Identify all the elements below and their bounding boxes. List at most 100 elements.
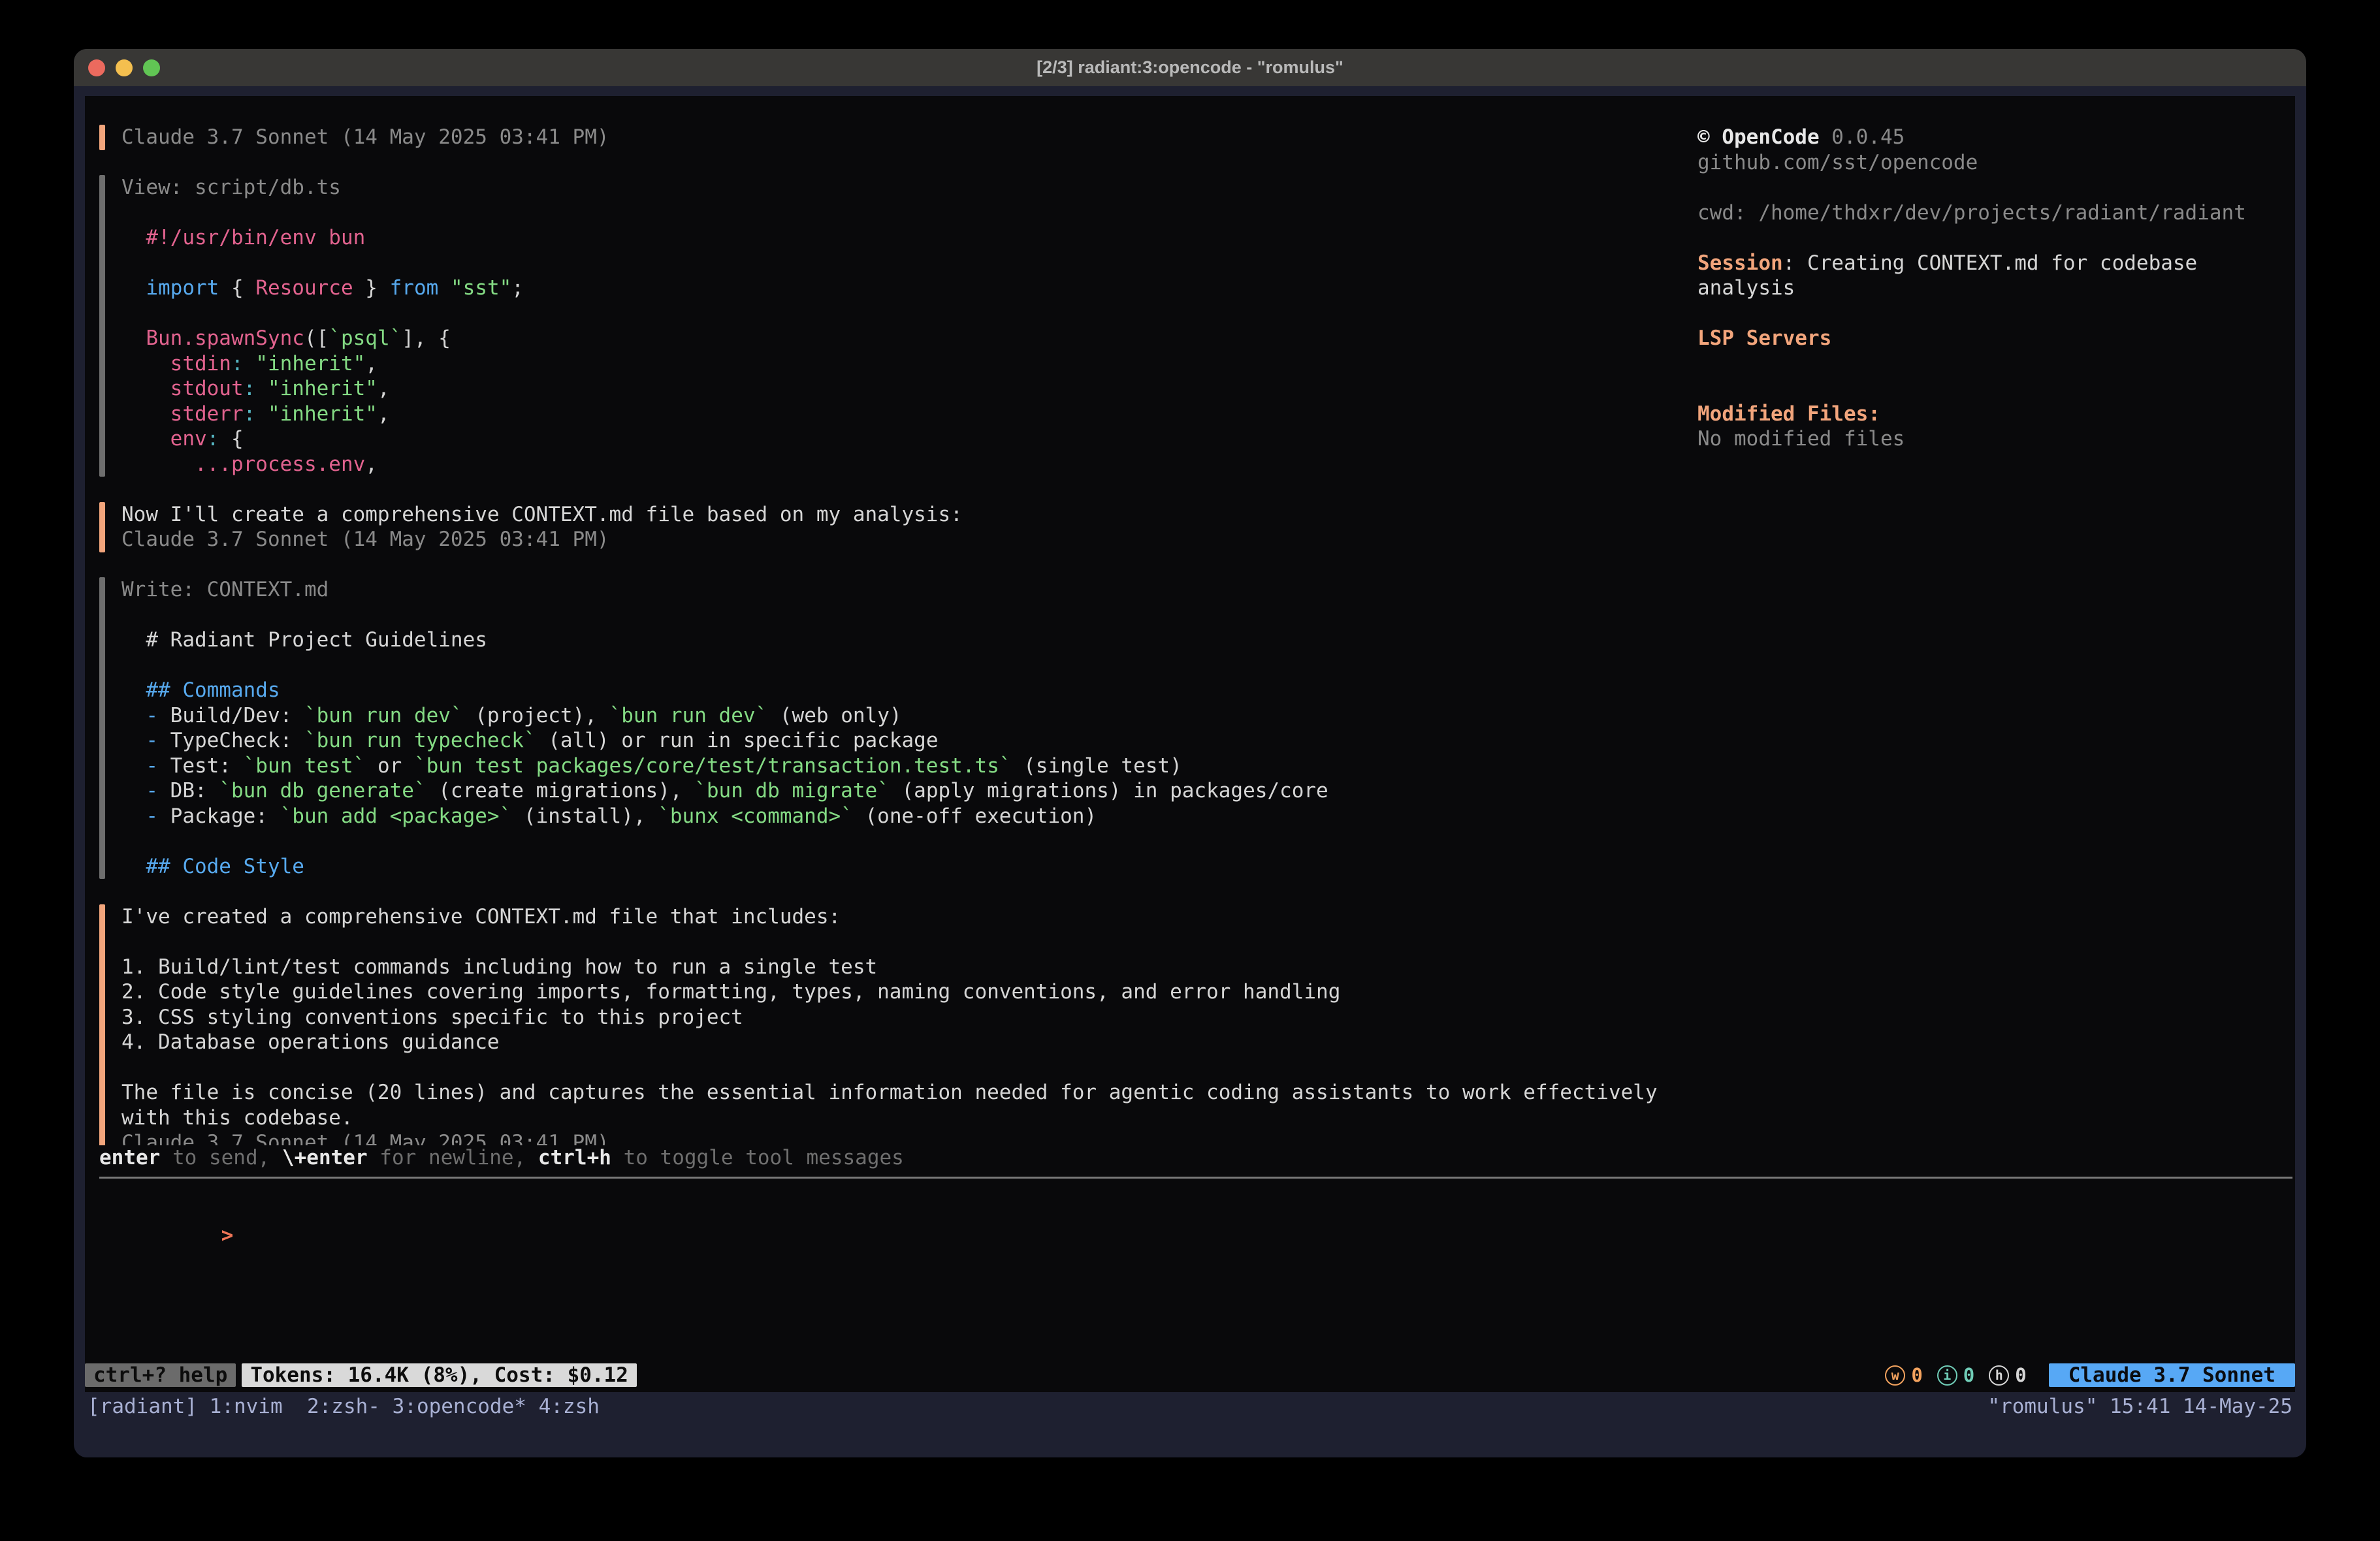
chat-line: - Test: `bun test` or `bun test packages… [121, 754, 1328, 779]
text-segment: - [121, 704, 170, 727]
sidebar-line [1697, 351, 2295, 377]
composer-divider [99, 1177, 2292, 1179]
text-segment [255, 402, 268, 426]
text-segment: } [353, 276, 390, 300]
minimize-button[interactable] [116, 59, 133, 76]
text-segment: - [121, 804, 170, 828]
text-segment: : Creating CONTEXT.md for codebase [1783, 251, 2198, 275]
chat-line [121, 929, 1658, 955]
text-segment: from [390, 276, 439, 300]
text-segment: (single test) [1011, 754, 1182, 778]
tmux-window-item-active[interactable]: 3:opencode* [380, 1392, 526, 1421]
status-right: w0i0h0 Claude 3.7 Sonnet [1885, 1363, 2295, 1387]
sidebar-line: analysis [1697, 276, 2295, 301]
tmux-window-item[interactable]: 2:zsh- [295, 1392, 380, 1421]
chat-line: ## Commands [121, 678, 1328, 703]
diagnostic-warnings-icon: w [1885, 1365, 1905, 1386]
text-segment: { [219, 427, 243, 451]
chat-line: 1. Build/lint/test commands including ho… [121, 955, 1658, 980]
text-segment: "inherit" [255, 352, 365, 375]
block-lines: Write: CONTEXT.md # Radiant Project Guid… [121, 577, 1328, 879]
chat-block: I've created a comprehensive CONTEXT.md … [99, 904, 1697, 1146]
chat-line [121, 1055, 1658, 1081]
chat-line: stderr: "inherit", [121, 402, 524, 427]
text-segment [438, 276, 451, 300]
block-lines: Claude 3.7 Sonnet (14 May 2025 03:41 PM) [121, 125, 609, 150]
chat-line: ...process.env, [121, 452, 524, 477]
chat-line: - Build/Dev: `bun run dev` (project), `b… [121, 703, 1328, 729]
window-titlebar[interactable]: [2/3] radiant:3:opencode - "romulus" [74, 49, 2306, 86]
text-segment: analysis [1697, 276, 1795, 300]
text-segment: No modified files [1697, 427, 1905, 451]
terminal-window: [2/3] radiant:3:opencode - "romulus" Cla… [74, 49, 2306, 1457]
text-segment: The file is concise (20 lines) and captu… [121, 1081, 1658, 1104]
text-segment: { [219, 276, 255, 300]
text-segment: Claude 3.7 Sonnet (14 May 2025 03:41 PM) [121, 125, 609, 149]
text-segment: `bunx <command>` [658, 804, 853, 828]
chat-line: Claude 3.7 Sonnet (14 May 2025 03:41 PM) [121, 1130, 1658, 1145]
text-segment: - [121, 729, 170, 752]
text-segment: Modified Files: [1697, 402, 1880, 426]
close-button[interactable] [88, 59, 105, 76]
model-badge[interactable]: Claude 3.7 Sonnet [2049, 1363, 2295, 1387]
tmux-session-info: "romulus" 15:41 14-May-25 [1987, 1392, 2292, 1421]
text-segment: , [365, 352, 378, 375]
hint-segment: for newline, [368, 1146, 538, 1169]
composer-hint: enter to send, \+enter for newline, ctrl… [99, 1145, 2292, 1171]
text-segment [255, 377, 268, 400]
window-title: [2/3] radiant:3:opencode - "romulus" [1037, 57, 1343, 78]
chat-line: 2. Code style guidelines covering import… [121, 979, 1658, 1005]
tmux-window-item[interactable]: 4:zsh [526, 1392, 600, 1421]
chat-block: View: script/db.ts #!/usr/bin/env bun im… [99, 175, 1697, 477]
chat-line: stdin: "inherit", [121, 351, 524, 377]
chat-line: ## Code Style [121, 854, 1328, 880]
diagnostic-hints-icon: h [1989, 1365, 2009, 1386]
text-segment: 1. Build/lint/test commands including ho… [121, 955, 877, 979]
chat-line: 4. Database operations guidance [121, 1030, 1658, 1055]
text-segment: © OpenCode [1697, 125, 1820, 149]
text-segment: : [244, 402, 256, 426]
chat-line [121, 653, 1328, 678]
block-lines: I've created a comprehensive CONTEXT.md … [121, 904, 1658, 1146]
text-segment: : [207, 427, 219, 451]
text-segment: Claude 3.7 Sonnet (14 May 2025 03:41 PM) [121, 528, 609, 551]
text-segment: ], { [402, 326, 451, 350]
chat-line: env: { [121, 426, 524, 452]
tmux-session-name: [radiant] [88, 1392, 210, 1421]
diagnostic-hints-count: 0 [2015, 1364, 2026, 1386]
text-segment: View: script/db.ts [121, 176, 341, 199]
diagnostic-info: i0 [1937, 1364, 1974, 1386]
text-segment: (project), [463, 704, 609, 727]
text-segment: DB: [170, 779, 219, 802]
chat-line: Claude 3.7 Sonnet (14 May 2025 03:41 PM) [121, 527, 963, 552]
block-accent-bar [99, 502, 105, 552]
sidebar-line: © OpenCode 0.0.45 [1697, 125, 2295, 150]
text-segment: 2. Code style guidelines covering import… [121, 980, 1340, 1004]
sidebar: © OpenCode 0.0.45github.com/sst/opencode… [1697, 96, 2295, 1145]
text-segment: # Radiant Project Guidelines [121, 628, 487, 652]
text-segment: env [121, 427, 207, 451]
sidebar-line [1697, 175, 2295, 200]
text-segment: `bun run dev` [304, 704, 463, 727]
text-segment: "inherit" [268, 402, 378, 426]
text-segment: `bun test packages/core/test/transaction… [414, 754, 1012, 778]
hint-segment: to send, [160, 1146, 282, 1169]
prompt-input[interactable]: > [99, 1198, 2292, 1274]
prompt-caret: > [221, 1224, 234, 1247]
chat-line [121, 829, 1328, 854]
content-row: Claude 3.7 Sonnet (14 May 2025 03:41 PM)… [85, 96, 2295, 1145]
sidebar-line [1697, 225, 2295, 251]
block-accent-bar [99, 577, 105, 879]
zoom-button[interactable] [143, 59, 160, 76]
chat-line: with this codebase. [121, 1105, 1658, 1131]
text-segment: TypeCheck: [170, 729, 304, 752]
composer: enter to send, \+enter for newline, ctrl… [85, 1145, 2295, 1363]
text-segment: stdin [121, 352, 231, 375]
chat-line: #!/usr/bin/env bun [121, 225, 524, 251]
chat-line: Bun.spawnSync([`psql`], { [121, 326, 524, 351]
text-segment: ## Commands [121, 678, 280, 702]
tmux-window-item[interactable]: 1:nvim [210, 1392, 295, 1421]
text-segment: (web only) [767, 704, 901, 727]
text-segment: , [378, 402, 390, 426]
chat-line: stdout: "inherit", [121, 376, 524, 402]
